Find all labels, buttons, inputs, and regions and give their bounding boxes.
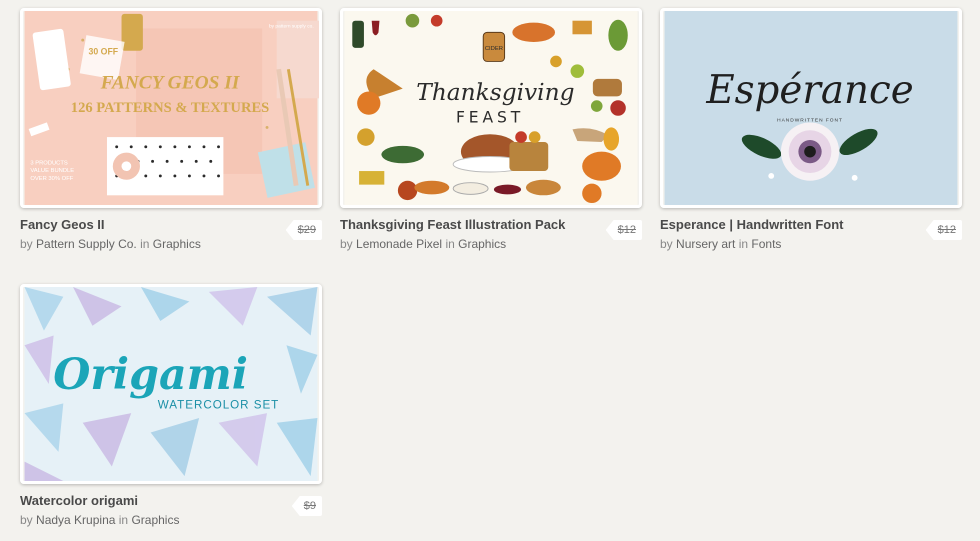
by-label: by [340, 237, 353, 251]
thumb-subhead: FEAST [456, 109, 524, 127]
product-card[interactable]: Origami WATERCOLOR SET Watercolor origam… [20, 284, 322, 527]
in-label: in [445, 237, 455, 251]
product-meta: by Nursery art in Fonts [660, 237, 781, 251]
bundle-line-3: OVER 30% OFF [30, 176, 73, 182]
price-tag: $29 [285, 220, 322, 240]
thumb-headline: FANCY GEOS II [100, 73, 241, 94]
author-link[interactable]: Pattern Supply Co. [36, 237, 137, 251]
by-label: by [20, 513, 33, 527]
category-link[interactable]: Graphics [131, 513, 179, 527]
author-link[interactable]: Nursery art [676, 237, 735, 251]
product-thumbnail[interactable]: Thanksgiving FEAST CIDER [340, 8, 642, 208]
author-link[interactable]: Lemonade Pixel [356, 237, 442, 251]
thanksgiving-artwork: Thanksgiving FEAST CIDER [344, 11, 638, 205]
fancy-geos-artwork: 30 OFF FANCY GEOS II 126 PATTERNS & TEXT… [24, 11, 319, 205]
in-label: in [118, 513, 129, 527]
thumb-subhead: WATERCOLOR SET [158, 398, 279, 411]
thumb-headline: Origami [53, 350, 248, 400]
thumb-headline: Espérance [705, 68, 913, 113]
product-thumbnail[interactable]: 30 OFF FANCY GEOS II 126 PATTERNS & TEXT… [20, 8, 322, 208]
by-label: by [660, 237, 673, 251]
author-link[interactable]: Nadya Krupina [36, 513, 115, 527]
thumb-badge: by pattern supply co. [269, 23, 314, 29]
product-card[interactable]: 30 OFF FANCY GEOS II 126 PATTERNS & TEXT… [20, 8, 322, 251]
bundle-line-1: 3 PRODUCTS [30, 160, 68, 166]
product-title[interactable]: Fancy Geos II [20, 217, 105, 232]
category-link[interactable]: Graphics [153, 237, 201, 251]
in-label: in [140, 237, 150, 251]
product-thumbnail[interactable]: Espérance HANDWRITTEN FONT [660, 8, 962, 208]
product-thumbnail[interactable]: Origami WATERCOLOR SET [20, 284, 322, 484]
product-card[interactable]: Thanksgiving FEAST CIDER Thanksgiving Fe… [340, 8, 642, 251]
price-tag: $12 [605, 220, 642, 240]
product-meta: by Nadya Krupina in Graphics [20, 513, 179, 527]
category-link[interactable]: Fonts [751, 237, 781, 251]
product-title[interactable]: Watercolor origami [20, 493, 138, 508]
product-title[interactable]: Esperance | Handwritten Font [660, 217, 844, 232]
price-tag: $12 [925, 220, 962, 240]
product-card[interactable]: Espérance HANDWRITTEN FONT Esperance | H… [660, 8, 962, 251]
price-tag: $9 [291, 496, 322, 516]
esperance-artwork: Espérance HANDWRITTEN FONT [664, 11, 958, 205]
thumb-tag-text: 30 OFF [89, 47, 119, 57]
product-meta: by Pattern Supply Co. in Graphics [20, 237, 201, 251]
jar-label: CIDER [485, 46, 503, 52]
product-meta: by Lemonade Pixel in Graphics [340, 237, 506, 251]
thumb-headline: Thanksgiving [416, 79, 574, 106]
in-label: in [738, 237, 749, 251]
by-label: by [20, 237, 33, 251]
origami-artwork: Origami WATERCOLOR SET [24, 287, 318, 481]
bundle-line-2: VALUE BUNDLE [30, 168, 74, 174]
product-title[interactable]: Thanksgiving Feast Illustration Pack [340, 217, 565, 232]
thumb-subhead: 126 PATTERNS & TEXTURES [71, 100, 269, 116]
category-link[interactable]: Graphics [458, 237, 506, 251]
